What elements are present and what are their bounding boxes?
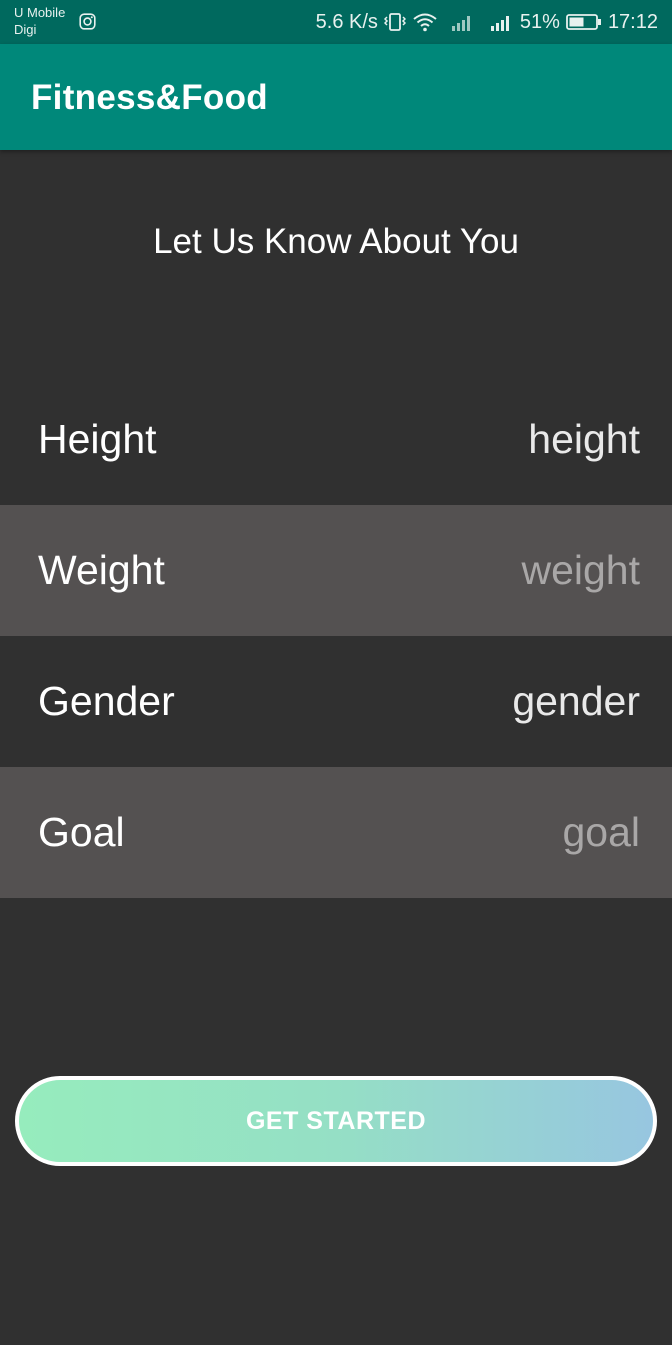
- carrier-primary: U Mobile: [14, 5, 66, 20]
- page-heading: Let Us Know About You: [153, 222, 519, 261]
- network-speed: 5.6 K/s: [315, 10, 378, 33]
- get-started-button[interactable]: GET STARTED: [15, 1076, 657, 1166]
- gender-label: Gender: [38, 678, 175, 724]
- signal-icon-2: [490, 16, 509, 31]
- app-bar: Fitness&Food: [0, 44, 672, 150]
- height-input[interactable]: [280, 406, 640, 472]
- battery-percent: 51%: [519, 10, 560, 33]
- battery-icon: [566, 14, 601, 30]
- status-indicators: 5.6 K/s 51% 17:12: [316, 0, 658, 44]
- height-row: Height: [0, 374, 672, 505]
- signal-icon: [451, 16, 470, 31]
- weight-input[interactable]: [280, 537, 640, 603]
- goal-label: Goal: [38, 809, 125, 855]
- goal-row: Goal: [0, 767, 672, 898]
- vibrate-icon: [383, 13, 406, 31]
- status-bar: U Mobile Digi 5.6 K/s 51% 17:12: [0, 0, 672, 44]
- gender-input[interactable]: [280, 668, 640, 734]
- wifi-icon: [413, 13, 437, 32]
- weight-row: Weight: [0, 505, 672, 636]
- clock: 17:12: [607, 10, 658, 33]
- height-label: Height: [38, 416, 157, 462]
- app-title: Fitness&Food: [31, 78, 268, 117]
- gender-row: Gender: [0, 636, 672, 767]
- goal-input[interactable]: [280, 799, 640, 865]
- carrier-secondary: Digi: [14, 22, 37, 37]
- weight-label: Weight: [38, 547, 165, 593]
- carrier-info: U Mobile Digi: [14, 4, 65, 38]
- instagram-icon: [79, 13, 96, 30]
